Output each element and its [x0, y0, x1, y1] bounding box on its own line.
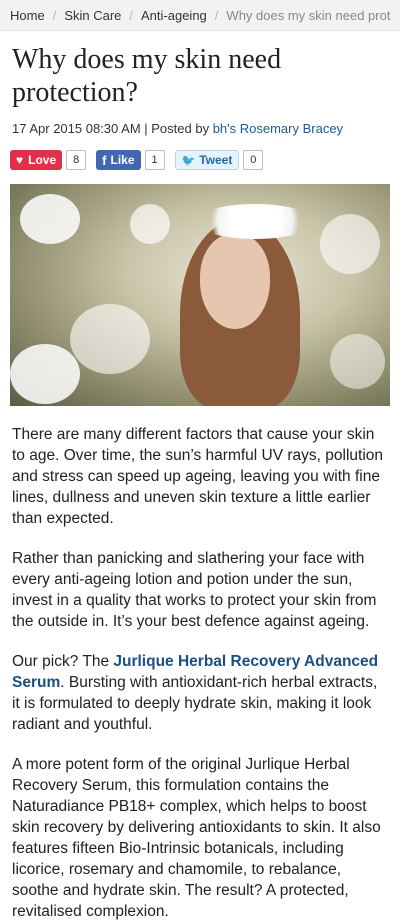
twitter-bird-icon: 🐦 [181, 154, 196, 167]
breadcrumb: Home / Skin Care / Anti-ageing / Why doe… [0, 0, 400, 31]
like-count: 1 [144, 150, 165, 170]
breadcrumb-separator: / [214, 7, 219, 23]
facebook-icon: f [102, 152, 107, 168]
author-link[interactable]: bh's Rosemary Bracey [213, 121, 343, 136]
facebook-like-button[interactable]: f Like [96, 150, 141, 170]
paragraph-3: Our pick? The Jurlique Herbal Recovery A… [12, 651, 388, 735]
love-label: Love [28, 153, 57, 167]
tweet-count: 0 [243, 150, 264, 170]
article-body: There are many different factors that ca… [12, 424, 388, 922]
breadcrumb-separator: / [52, 7, 57, 23]
paragraph-3-suffix: . Bursting with antioxidant-rich herbal … [12, 674, 378, 733]
like-label: Like [110, 153, 135, 167]
tweet-button[interactable]: 🐦 Tweet [174, 150, 240, 170]
article-meta: 17 Apr 2015 08:30 AM | Posted by bh's Ro… [12, 121, 388, 136]
hero-image [10, 184, 390, 406]
tweet-label: Tweet [199, 153, 233, 167]
breadcrumb-separator: / [129, 7, 134, 23]
love-button[interactable]: ♥ Love [10, 150, 63, 170]
heart-icon: ♥ [16, 153, 24, 167]
breadcrumb-home[interactable]: Home [10, 8, 45, 23]
paragraph-4: A more potent form of the original Jurli… [12, 756, 381, 920]
paragraph-1: There are many different factors that ca… [12, 426, 384, 527]
breadcrumb-anti-ageing[interactable]: Anti-ageing [141, 8, 207, 23]
love-count: 8 [66, 150, 87, 170]
paragraph-2: Rather than panicking and slathering you… [12, 550, 377, 630]
paragraph-3-prefix: Our pick? The [12, 653, 114, 670]
article-title: Why does my skin need protection? [12, 44, 282, 108]
post-date: 17 Apr 2015 08:30 AM | Posted by [12, 121, 213, 136]
share-bar: ♥ Love 8 f Like 1 🐦 Tweet 0 [10, 150, 390, 170]
breadcrumb-current: Why does my skin need prot [226, 7, 391, 23]
breadcrumb-skin-care[interactable]: Skin Care [64, 8, 121, 23]
